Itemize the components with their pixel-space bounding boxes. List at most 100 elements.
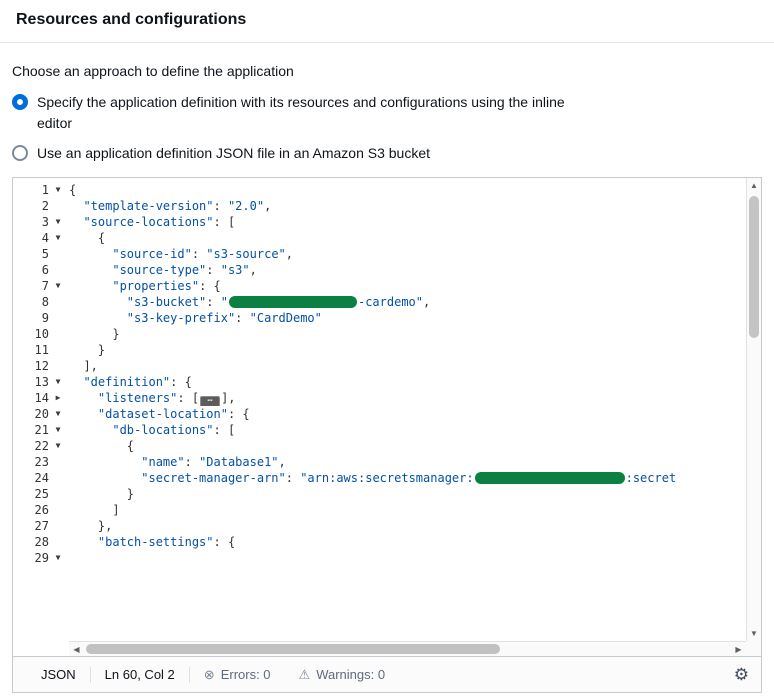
radio-option-s3-file[interactable]: Use an application definition JSON file … bbox=[12, 143, 567, 164]
fold-gutter-spacer bbox=[49, 310, 67, 326]
line-number: 24 bbox=[13, 470, 49, 486]
editor-line[interactable]: 2 "template-version": "2.0", bbox=[13, 198, 761, 214]
language-indicator: JSON bbox=[13, 667, 90, 682]
editor-line[interactable]: 10 } bbox=[13, 326, 761, 342]
editor-gutter: 8 bbox=[13, 294, 69, 310]
scroll-left-icon[interactable]: ◀ bbox=[69, 645, 84, 654]
editor-line[interactable]: 23 "name": "Database1", bbox=[13, 454, 761, 470]
code-line-text: "properties": { bbox=[69, 278, 761, 294]
line-number: 4 bbox=[13, 230, 49, 246]
fold-open-icon[interactable]: ▼ bbox=[49, 422, 67, 438]
editor-line[interactable]: 12 ], bbox=[13, 358, 761, 374]
fold-open-icon[interactable]: ▼ bbox=[49, 182, 67, 198]
editor-line[interactable]: 9 "s3-key-prefix": "CardDemo" bbox=[13, 310, 761, 326]
editor-line[interactable]: 27 }, bbox=[13, 518, 761, 534]
editor-line[interactable]: 7▼ "properties": { bbox=[13, 278, 761, 294]
editor-line[interactable]: 28 "batch-settings": { bbox=[13, 534, 761, 550]
editor-gutter: 7▼ bbox=[13, 278, 69, 294]
editor-gutter: 9 bbox=[13, 310, 69, 326]
editor-gutter: 6 bbox=[13, 262, 69, 278]
fold-gutter-spacer bbox=[49, 358, 67, 374]
redaction-pill bbox=[229, 296, 357, 308]
radio-option-label: Use an application definition JSON file … bbox=[37, 143, 430, 164]
redaction-pill bbox=[475, 472, 625, 484]
settings-gear-icon[interactable]: ⚙ bbox=[722, 665, 761, 685]
fold-gutter-spacer bbox=[49, 534, 67, 550]
editor-line[interactable]: 25 } bbox=[13, 486, 761, 502]
radio-option-inline-editor[interactable]: Specify the application definition with … bbox=[12, 92, 567, 134]
editor-gutter: 27 bbox=[13, 518, 69, 534]
editor-gutter: 26 bbox=[13, 502, 69, 518]
editor-viewport[interactable]: 1▼{2 "template-version": "2.0",3▼ "sourc… bbox=[13, 178, 761, 656]
code-line-text: }, bbox=[69, 518, 761, 534]
collapsed-code-icon[interactable]: ⋯ bbox=[200, 396, 220, 406]
code-line-text: "template-version": "2.0", bbox=[69, 198, 761, 214]
scroll-right-icon[interactable]: ▶ bbox=[731, 645, 746, 654]
editor-line[interactable]: 14▶ "listeners": [⋯], bbox=[13, 390, 761, 406]
fold-gutter-spacer bbox=[49, 518, 67, 534]
horizontal-scrollbar[interactable]: ◀ ▶ bbox=[69, 641, 746, 656]
editor-status-bar: JSON Ln 60, Col 2 ⊗ Errors: 0 ⚠ Warnings… bbox=[13, 656, 761, 692]
fold-open-icon[interactable]: ▼ bbox=[49, 550, 67, 566]
line-number: 5 bbox=[13, 246, 49, 262]
code-line-text: "secret-manager-arn": "arn:aws:secretsma… bbox=[69, 470, 761, 486]
editor-line[interactable]: 29▼ bbox=[13, 550, 761, 566]
code-line-text: "source-type": "s3", bbox=[69, 262, 761, 278]
editor-line[interactable]: 8 "s3-bucket": "-cardemo", bbox=[13, 294, 761, 310]
editor-line[interactable]: 5 "source-id": "s3-source", bbox=[13, 246, 761, 262]
editor-lines: 1▼{2 "template-version": "2.0",3▼ "sourc… bbox=[13, 182, 761, 566]
warnings-status[interactable]: ⚠ Warnings: 0 bbox=[285, 667, 400, 683]
editor-gutter: 20▼ bbox=[13, 406, 69, 422]
editor-line[interactable]: 13▼ "definition": { bbox=[13, 374, 761, 390]
fold-closed-icon[interactable]: ▶ bbox=[49, 390, 67, 406]
editor-gutter: 12 bbox=[13, 358, 69, 374]
line-number: 25 bbox=[13, 486, 49, 502]
line-number: 22 bbox=[13, 438, 49, 454]
code-line-text: "definition": { bbox=[69, 374, 761, 390]
fold-open-icon[interactable]: ▼ bbox=[49, 230, 67, 246]
fold-gutter-spacer bbox=[49, 262, 67, 278]
vertical-scrollbar[interactable]: ▲ ▼ bbox=[746, 178, 761, 641]
editor-line[interactable]: 4▼ { bbox=[13, 230, 761, 246]
editor-gutter: 5 bbox=[13, 246, 69, 262]
editor-gutter: 3▼ bbox=[13, 214, 69, 230]
code-line-text: "batch-settings": { bbox=[69, 534, 761, 550]
editor-line[interactable]: 22▼ { bbox=[13, 438, 761, 454]
vertical-scrollbar-thumb[interactable] bbox=[749, 196, 759, 338]
fold-open-icon[interactable]: ▼ bbox=[49, 438, 67, 454]
code-line-text: "s3-key-prefix": "CardDemo" bbox=[69, 310, 761, 326]
editor-line[interactable]: 26 ] bbox=[13, 502, 761, 518]
line-number: 27 bbox=[13, 518, 49, 534]
approach-group-label: Choose an approach to define the applica… bbox=[12, 63, 762, 79]
line-number: 10 bbox=[13, 326, 49, 342]
fold-open-icon[interactable]: ▼ bbox=[49, 374, 67, 390]
radio-option-label: Specify the application definition with … bbox=[37, 92, 567, 134]
radio-unselected-icon[interactable] bbox=[12, 145, 28, 161]
editor-line[interactable]: 6 "source-type": "s3", bbox=[13, 262, 761, 278]
editor-line[interactable]: 11 } bbox=[13, 342, 761, 358]
editor-line[interactable]: 1▼{ bbox=[13, 182, 761, 198]
fold-open-icon[interactable]: ▼ bbox=[49, 214, 67, 230]
editor-line[interactable]: 24 "secret-manager-arn": "arn:aws:secret… bbox=[13, 470, 761, 486]
scroll-down-icon[interactable]: ▼ bbox=[747, 626, 761, 641]
horizontal-scrollbar-thumb[interactable] bbox=[86, 644, 500, 654]
scroll-up-icon[interactable]: ▲ bbox=[747, 178, 761, 193]
resources-and-configurations-panel: Resources and configurations Choose an a… bbox=[0, 0, 774, 693]
horizontal-scrollbar-track[interactable] bbox=[84, 642, 731, 656]
line-number: 26 bbox=[13, 502, 49, 518]
scrollbar-corner bbox=[746, 641, 761, 656]
fold-open-icon[interactable]: ▼ bbox=[49, 278, 67, 294]
code-editor: 1▼{2 "template-version": "2.0",3▼ "sourc… bbox=[12, 177, 762, 693]
editor-line[interactable]: 3▼ "source-locations": [ bbox=[13, 214, 761, 230]
code-line-text: "listeners": [⋯], bbox=[69, 390, 761, 406]
fold-gutter-spacer bbox=[49, 502, 67, 518]
radio-selected-icon[interactable] bbox=[12, 94, 28, 110]
code-line-text: "source-locations": [ bbox=[69, 214, 761, 230]
line-number: 8 bbox=[13, 294, 49, 310]
editor-line[interactable]: 20▼ "dataset-location": { bbox=[13, 406, 761, 422]
line-number: 14 bbox=[13, 390, 49, 406]
editor-line[interactable]: 21▼ "db-locations": [ bbox=[13, 422, 761, 438]
fold-open-icon[interactable]: ▼ bbox=[49, 406, 67, 422]
errors-status[interactable]: ⊗ Errors: 0 bbox=[190, 667, 285, 683]
code-line-text: { bbox=[69, 438, 761, 454]
